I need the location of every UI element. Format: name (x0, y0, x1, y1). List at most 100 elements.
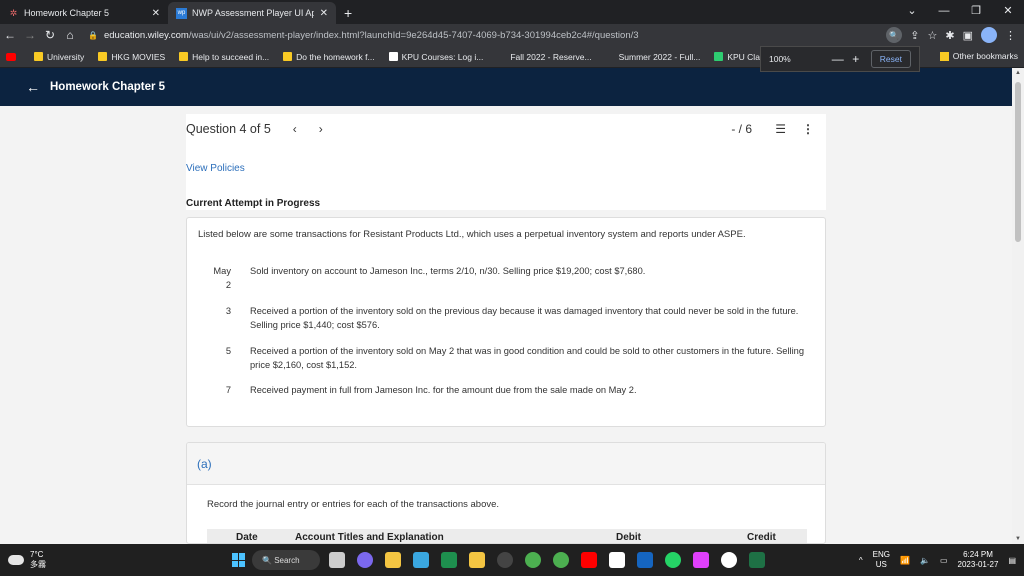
back-arrow-icon[interactable]: ← (26, 79, 40, 95)
sidebar-icon[interactable]: ▣ (963, 29, 973, 42)
tab-title: NWP Assessment Player UI Appl (192, 8, 314, 18)
bookmark-item[interactable]: Help to succeed in... (179, 52, 269, 62)
part-a-card: (a) Record the journal entry or entries … (186, 442, 826, 544)
app-icon[interactable] (609, 552, 625, 568)
close-window-icon[interactable]: ✕ (992, 0, 1024, 24)
main-content: Question 4 of 5 ‹ › - / 6 ☰ ⋮ View Polic… (0, 106, 1012, 544)
chrome-icon[interactable] (525, 552, 541, 568)
app-icon[interactable] (721, 552, 737, 568)
sheets-icon (714, 52, 724, 61)
kpu-icon (497, 52, 506, 61)
share-icon[interactable]: ⇪ (910, 29, 919, 42)
app-icon[interactable] (497, 552, 513, 568)
new-tab-icon[interactable]: + (336, 2, 360, 24)
language-indicator[interactable]: ENG US (873, 550, 890, 570)
question-intro: Listed below are some transactions for R… (198, 229, 746, 240)
teams-icon[interactable] (357, 552, 373, 568)
page-scrollbar[interactable]: ▲ ▼ (1012, 68, 1024, 544)
question-list-icon[interactable]: ☰ (775, 122, 786, 136)
taskbar-apps: 🔍 Search (232, 550, 768, 570)
minimize-icon[interactable]: — (928, 0, 960, 24)
bookmark-item[interactable]: HKG MOVIES (98, 52, 165, 62)
transaction-date: 3 (225, 306, 231, 316)
more-options-icon[interactable]: ⋮ (802, 122, 814, 136)
tab-homework[interactable]: ✲ Homework Chapter 5 ✕ (0, 2, 168, 24)
youtube-icon[interactable] (581, 552, 597, 568)
column-date: Date (236, 532, 258, 543)
bookmark-item[interactable]: Summer 2022 - Full... (606, 52, 701, 62)
question-nav: Question 4 of 5 ‹ › - / 6 ☰ ⋮ (186, 122, 826, 136)
chevron-right-icon[interactable]: › (319, 122, 323, 136)
transaction-desc: Received a portion of the inventory sold… (250, 346, 805, 370)
bookmark-item[interactable]: KPU Courses: Log i... (388, 52, 483, 62)
address-bar-row: ← → ↻ ⌂ 🔒 education.wiley.com/was/ui/v2/… (0, 24, 1024, 46)
close-tab-icon[interactable]: ✕ (152, 8, 160, 19)
chevron-up-icon[interactable]: ^ (859, 556, 863, 565)
url-field[interactable]: 🔒 education.wiley.com/was/ui/v2/assessme… (88, 26, 886, 44)
transaction-desc: Received a portion of the inventory sold… (250, 306, 799, 330)
app-icon[interactable] (637, 552, 653, 568)
scroll-down-icon[interactable]: ▼ (1015, 536, 1021, 542)
app-icon[interactable] (441, 552, 457, 568)
journal-table-header: Date Account Titles and Explanation Debi… (207, 529, 807, 543)
url-host: education.wiley.com (103, 29, 189, 41)
zoom-in-button[interactable]: + (847, 52, 865, 66)
close-tab-icon[interactable]: ✕ (320, 8, 328, 19)
home-icon[interactable]: ⌂ (60, 28, 80, 42)
notification-icon[interactable]: ▤ (1008, 556, 1016, 565)
kpu-icon (606, 52, 615, 61)
app-icon[interactable] (693, 552, 709, 568)
other-bookmarks[interactable]: Other bookmarks (939, 51, 1018, 61)
wifi-icon[interactable]: 📶 (900, 556, 910, 565)
system-tray: ^ ENG US 📶 🔈 ▭ 6:24 PM 2023-01-27 ▤ (859, 550, 1016, 570)
bookmark-item[interactable]: University (34, 52, 84, 62)
folder-icon (179, 52, 189, 61)
clock[interactable]: 6:24 PM 2023-01-27 (958, 550, 999, 570)
column-debit: Debit (616, 532, 641, 543)
chevron-left-icon[interactable]: ‹ (293, 122, 297, 136)
excel-icon[interactable] (749, 552, 765, 568)
zoom-icon[interactable]: 🔍 (886, 27, 903, 43)
weather-widget[interactable]: 7°C 多霧 (0, 550, 60, 570)
question-header-card: Question 4 of 5 ‹ › - / 6 ☰ ⋮ View Polic… (186, 114, 826, 210)
page-title: Homework Chapter 5 (50, 81, 166, 93)
tab-search-icon[interactable]: ⌄ (896, 0, 928, 24)
column-credit: Credit (747, 532, 776, 543)
chrome-menu-icon[interactable]: ⋮ (1005, 29, 1016, 42)
profile-avatar[interactable] (981, 27, 997, 43)
cloud-icon (8, 555, 24, 565)
bookmark-star-icon[interactable]: ☆ (928, 29, 938, 42)
file-explorer-icon[interactable] (385, 552, 401, 568)
app-icon[interactable] (413, 552, 429, 568)
app-icon[interactable] (469, 552, 485, 568)
back-icon[interactable]: ← (0, 28, 20, 42)
bookmark-youtube[interactable] (6, 52, 20, 61)
browser-tab-bar: ✲ Homework Chapter 5 ✕ wp NWP Assessment… (0, 0, 1024, 24)
folder-icon (98, 52, 108, 61)
question-counter: Question 4 of 5 (186, 122, 271, 136)
tab-assessment[interactable]: wp NWP Assessment Player UI Appl ✕ (168, 2, 336, 24)
zoom-reset-button[interactable]: Reset (870, 50, 911, 68)
windows-start-icon[interactable] (232, 553, 246, 567)
volume-icon[interactable]: 🔈 (920, 556, 930, 565)
bookmark-item[interactable]: Do the homework f... (283, 52, 375, 62)
chrome-icon[interactable] (553, 552, 569, 568)
battery-icon[interactable]: ▭ (940, 556, 948, 565)
extensions-icon[interactable]: ✱ (945, 29, 954, 42)
taskbar-search[interactable]: 🔍 Search (252, 550, 320, 570)
scroll-up-icon[interactable]: ▲ (1015, 70, 1021, 76)
address-bar-icons: 🔍 ⇪ ☆ ✱ ▣ ⋮ (886, 27, 1024, 43)
question-stem: Listed below are some transactions for R… (186, 217, 826, 427)
forward-icon[interactable]: → (20, 28, 40, 42)
restore-icon[interactable]: ❐ (960, 0, 992, 24)
view-policies-link[interactable]: View Policies (186, 163, 245, 174)
whatsapp-icon[interactable] (665, 552, 681, 568)
zoom-out-button[interactable]: — (829, 52, 847, 66)
weather-desc: 多霧 (30, 560, 46, 569)
task-view-icon[interactable] (329, 552, 345, 568)
bookmark-item[interactable]: Fall 2022 - Reserve... (497, 52, 591, 62)
kpu-favicon-icon: ✲ (9, 7, 18, 18)
scrollbar-thumb[interactable] (1015, 82, 1021, 242)
transaction-date: 5 (225, 346, 231, 356)
reload-icon[interactable]: ↻ (40, 28, 60, 42)
